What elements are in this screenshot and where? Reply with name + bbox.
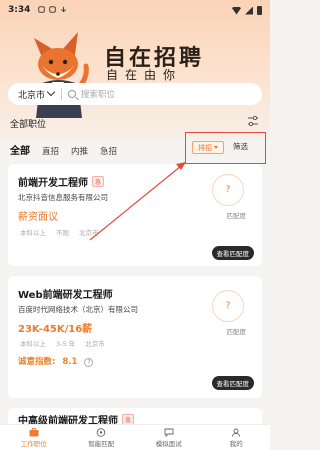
job-card[interactable]: Web前端研发工程师 百度时代网络技术（北京）有限公司 23K-45K/16薪 … bbox=[8, 276, 262, 398]
help-icon[interactable]: ? bbox=[84, 358, 94, 367]
job-title: 前端开发工程师 急 bbox=[18, 174, 105, 189]
nav-profile[interactable]: 我的 bbox=[203, 425, 271, 450]
job-title-text: 前端开发工程师 bbox=[18, 178, 88, 189]
salary: 薪资面议 bbox=[18, 212, 58, 223]
match-circle: ? bbox=[212, 174, 244, 206]
signal-icon bbox=[245, 6, 253, 15]
tab-referral[interactable]: 内推 bbox=[71, 145, 88, 157]
nav-mock-interview[interactable]: 模拟面试 bbox=[135, 425, 203, 450]
nav-mock-interview-label: 模拟面试 bbox=[155, 439, 182, 448]
tab-direct[interactable]: 直招 bbox=[42, 145, 59, 157]
section-title: 全部职位 bbox=[10, 120, 47, 130]
requirement-tags: 本科以上 3-5 年 北京市 bbox=[18, 337, 107, 349]
chevron-down-icon[interactable] bbox=[46, 87, 56, 97]
job-card[interactable]: 前端开发工程师 急 北京抖音信息服务有限公司 薪资面议 本科以上 不限 北京市 … bbox=[8, 164, 262, 266]
job-title-text: Web前端研发工程师 bbox=[18, 290, 113, 301]
tab-urgent[interactable]: 急招 bbox=[100, 145, 117, 157]
location-tag: 北京市 bbox=[79, 229, 99, 237]
notification-icon bbox=[38, 6, 45, 13]
status-bar: 3:34 bbox=[0, 0, 270, 20]
match-icon bbox=[97, 427, 106, 437]
status-time: 3:34 bbox=[8, 5, 31, 15]
sincerity-value: 8.1 bbox=[62, 357, 78, 367]
nav-smart-match-label: 智能匹配 bbox=[88, 439, 115, 448]
battery-icon bbox=[257, 6, 262, 15]
nav-profile-label: 我的 bbox=[229, 439, 243, 448]
requirement-tags: 本科以上 不限 北京市 bbox=[18, 226, 101, 238]
search-input[interactable]: 搜索职位 bbox=[81, 88, 115, 100]
sincerity-index: 诚意指数: 8.1 ? bbox=[18, 355, 94, 367]
tab-all[interactable]: 全部 bbox=[10, 142, 30, 157]
job-title: Web前端研发工程师 bbox=[18, 286, 113, 301]
download-icon bbox=[61, 6, 66, 13]
company-name: 百度时代网络技术（北京）有限公司 bbox=[18, 305, 138, 314]
nav-jobs[interactable]: 工作职位 bbox=[0, 425, 68, 450]
city-selector[interactable]: 北京市 bbox=[18, 88, 45, 101]
location-tag: 北京市 bbox=[85, 340, 105, 348]
bottom-navigation: 工作职位 智能匹配 模拟面试 我的 bbox=[0, 424, 270, 450]
experience-tag: 不限 bbox=[56, 229, 69, 237]
company-name: 北京抖音信息服务有限公司 bbox=[18, 193, 108, 202]
search-icon bbox=[68, 90, 77, 98]
nav-jobs-label: 工作职位 bbox=[20, 439, 47, 448]
briefcase-icon bbox=[29, 427, 39, 436]
view-match-button[interactable]: 查看匹配度 bbox=[211, 376, 254, 390]
match-label: 匹配度 bbox=[226, 328, 247, 336]
search-bar[interactable]: 北京市 搜索职位 bbox=[8, 83, 262, 105]
nav-smart-match[interactable]: 智能匹配 bbox=[68, 425, 136, 450]
job-type-tabs: 全部 直招 内推 急招 bbox=[10, 142, 117, 157]
chat-bubble-icon bbox=[164, 428, 174, 437]
banner-subtitle: 自在由你 bbox=[106, 68, 183, 82]
annotation-highlight-box bbox=[185, 132, 266, 164]
user-icon bbox=[232, 428, 241, 437]
match-label: 匹配度 bbox=[226, 212, 247, 220]
match-circle: ? bbox=[212, 290, 244, 322]
urgent-badge: 急 bbox=[92, 176, 105, 187]
salary: 23K-45K/16薪 bbox=[18, 324, 93, 335]
wifi-icon bbox=[232, 6, 241, 15]
experience-tag: 3-5 年 bbox=[56, 340, 76, 348]
education-tag: 本科以上 bbox=[20, 340, 46, 348]
sliders-icon[interactable] bbox=[246, 114, 260, 128]
view-match-button[interactable]: 查看匹配度 bbox=[211, 246, 254, 260]
education-tag: 本科以上 bbox=[20, 229, 46, 237]
search-divider bbox=[61, 88, 63, 100]
notification-icon-2 bbox=[49, 6, 56, 13]
sincerity-label: 诚意指数: bbox=[18, 357, 56, 367]
